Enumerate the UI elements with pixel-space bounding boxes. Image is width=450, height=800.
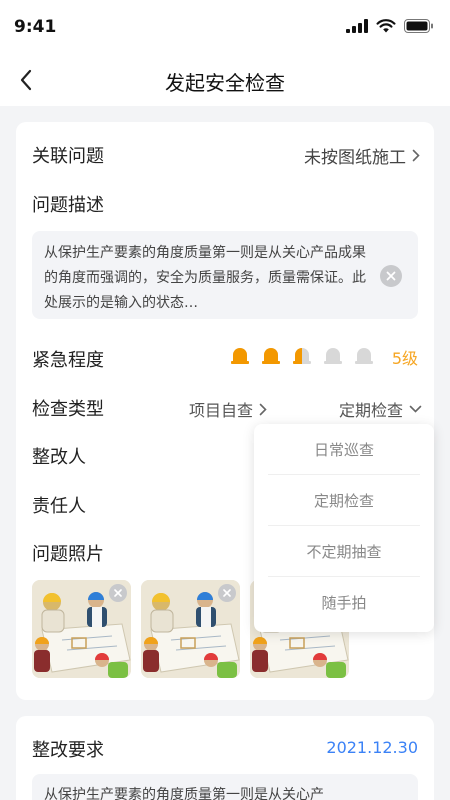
delete-photo-button[interactable]	[109, 584, 127, 602]
page-title: 发起安全检查	[165, 71, 285, 95]
responsible-label: 责任人	[32, 496, 86, 517]
issue-desc-label: 问题描述	[32, 195, 104, 216]
related-issue-value: 未按图纸施工	[304, 148, 406, 168]
wifi-icon	[376, 19, 396, 33]
urgency-label: 紧急程度	[32, 350, 104, 371]
issue-desc-text: 从保护生产要素的角度质量第一则是从关心产品成果的角度而强调的，安全为质量服务，质…	[44, 245, 366, 311]
chevron-right-icon	[412, 149, 420, 162]
dropdown-option-periodic[interactable]: 定期检查	[268, 475, 420, 526]
check-period-selector[interactable]: 定期检查	[339, 397, 422, 421]
issue-photo[interactable]	[32, 580, 131, 678]
requirement-date[interactable]: 2021.12.30	[326, 738, 418, 757]
urgency-bell-icon[interactable]	[230, 345, 250, 365]
check-period-dropdown: 日常巡查 定期检查 不定期抽查 随手拍	[254, 424, 434, 632]
photos-label: 问题照片	[32, 544, 104, 565]
status-bar: 9:41	[0, 0, 450, 54]
dropdown-option-daily[interactable]: 日常巡查	[268, 424, 420, 475]
rectifier-label: 整改人	[32, 447, 86, 468]
close-icon	[114, 589, 122, 597]
related-issue-selector[interactable]: 未按图纸施工	[304, 143, 420, 168]
check-period-value: 定期检查	[338, 401, 403, 420]
requirement-text: 从保护生产要素的角度质量第一则是从关心产	[44, 787, 324, 800]
issue-desc-input[interactable]: 从保护生产要素的角度质量第一则是从关心产品成果的角度而强调的，安全为质量服务，质…	[32, 231, 418, 319]
dropdown-option-irregular[interactable]: 不定期抽查	[268, 526, 420, 577]
urgency-level-text: 5级	[391, 349, 418, 368]
urgency-rating[interactable]	[230, 345, 374, 365]
requirement-label: 整改要求	[32, 740, 104, 761]
clear-button[interactable]	[380, 265, 402, 287]
signal-icon	[346, 19, 368, 33]
check-category-value: 项目自查	[189, 401, 254, 420]
issue-photo[interactable]	[141, 580, 240, 678]
requirement-card: 整改要求 2021.12.30 从保护生产要素的角度质量第一则是从关心产	[16, 716, 434, 800]
urgency-bell-icon[interactable]	[323, 345, 343, 365]
dropdown-option-snapshot[interactable]: 随手拍	[268, 577, 420, 628]
status-icons	[346, 19, 434, 33]
chevron-right-icon	[259, 403, 267, 415]
check-category-selector[interactable]: 项目自查	[189, 397, 267, 421]
urgency-bell-icon[interactable]	[292, 345, 312, 365]
urgency-bell-icon[interactable]	[354, 345, 374, 365]
close-icon	[386, 271, 396, 281]
delete-photo-button[interactable]	[218, 584, 236, 602]
check-type-label: 检查类型	[32, 399, 104, 420]
battery-icon	[404, 19, 433, 33]
status-time: 9:41	[14, 17, 57, 37]
related-issue-label: 关联问题	[32, 146, 104, 167]
requirement-input[interactable]: 从保护生产要素的角度质量第一则是从关心产	[32, 774, 418, 800]
close-icon	[223, 589, 231, 597]
urgency-bell-icon[interactable]	[261, 345, 281, 365]
nav-bar: 发起安全检查	[0, 54, 450, 106]
chevron-down-icon	[409, 405, 422, 413]
